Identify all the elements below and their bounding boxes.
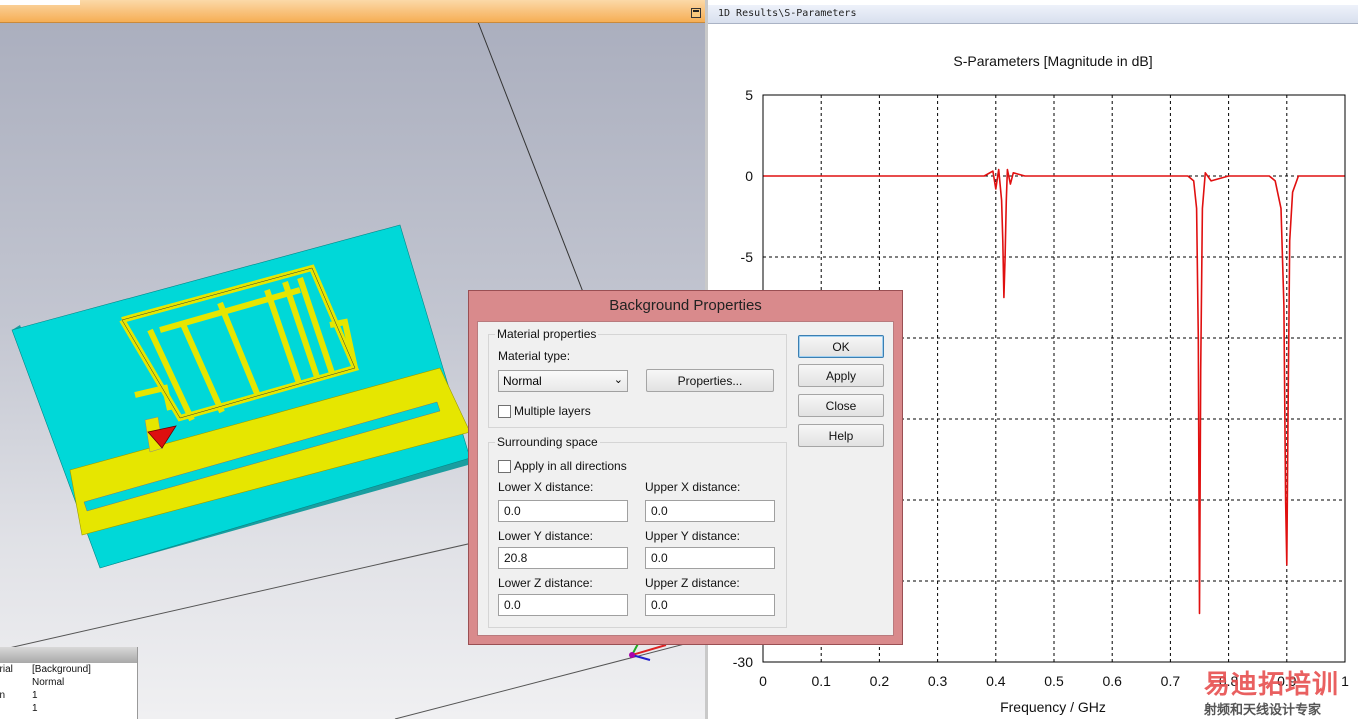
property-key: on xyxy=(0,690,6,701)
x-tick-label: 0.7 xyxy=(1161,673,1181,689)
material-properties-group: Material properties Material type: Norma… xyxy=(488,327,787,428)
chart-xlabel: Frequency / GHz xyxy=(1000,699,1106,715)
property-row: 1 xyxy=(0,702,137,715)
x-tick-label: 0.2 xyxy=(870,673,890,689)
chevron-down-icon: ⌄ xyxy=(613,374,623,386)
x-tick-label: 0 xyxy=(759,673,767,689)
property-key: erial xyxy=(0,664,13,675)
watermark-brand: 易迪拓培训 xyxy=(1204,670,1340,700)
lower-z-label: Lower Z distance: xyxy=(498,576,593,590)
apply-all-directions-label: Apply in all directions xyxy=(514,459,627,473)
upper-z-label: Upper Z distance: xyxy=(645,576,740,590)
view3d-tab[interactable] xyxy=(0,0,80,5)
dialog-body: Material properties Material type: Norma… xyxy=(477,321,894,636)
watermark: 易迪拓培训 射频和天线设计专家 xyxy=(1200,664,1358,719)
help-button[interactable]: Help xyxy=(798,424,884,447)
ok-button[interactable]: OK xyxy=(798,335,884,358)
watermark-slogan: 射频和天线设计专家 xyxy=(1204,703,1322,718)
y-tick-label: 0 xyxy=(745,168,753,184)
x-tick-label: 0.6 xyxy=(1102,673,1122,689)
property-row: e Normal xyxy=(0,676,137,689)
material-type-select[interactable]: Normal ⌄ xyxy=(498,370,628,392)
material-type-value: Normal xyxy=(503,374,542,388)
group-title: Surrounding space xyxy=(495,435,600,449)
properties-panel: erial [Background] e Normal on 1 1 xyxy=(0,647,138,719)
x-tick-label: 0.3 xyxy=(928,673,948,689)
properties-button[interactable]: Properties... xyxy=(646,369,774,392)
y-tick-label: 5 xyxy=(745,87,753,103)
property-row: erial [Background] xyxy=(0,663,137,676)
surrounding-space-group: Surrounding space Apply in all direction… xyxy=(488,435,787,628)
chart-title: S-Parameters [Magnitude in dB] xyxy=(953,53,1152,69)
lower-z-input[interactable] xyxy=(498,594,628,616)
y-tick-label: -30 xyxy=(733,654,753,670)
background-properties-dialog: Background Properties Material propertie… xyxy=(468,290,903,645)
property-value: 1 xyxy=(32,703,38,714)
group-title: Material properties xyxy=(495,327,599,341)
close-button[interactable]: Close xyxy=(798,394,884,417)
multiple-layers-label: Multiple layers xyxy=(514,404,591,418)
view3d-header xyxy=(0,0,705,23)
property-value: [Background] xyxy=(32,664,91,675)
lower-x-input[interactable] xyxy=(498,500,628,522)
apply-button[interactable]: Apply xyxy=(798,364,884,387)
lower-y-label: Lower Y distance: xyxy=(498,529,593,543)
multiple-layers-checkbox[interactable] xyxy=(498,405,511,418)
upper-x-label: Upper X distance: xyxy=(645,480,741,494)
x-tick-label: 0.1 xyxy=(811,673,831,689)
x-tick-label: 0.5 xyxy=(1044,673,1064,689)
y-tick-label: -5 xyxy=(741,249,754,265)
upper-y-label: Upper Y distance: xyxy=(645,529,740,543)
property-value: Normal xyxy=(32,677,65,688)
bbox-line xyxy=(394,639,701,719)
upper-z-input[interactable] xyxy=(645,594,775,616)
property-value: 1 xyxy=(32,690,38,701)
upper-y-input[interactable] xyxy=(645,547,775,569)
lower-x-label: Lower X distance: xyxy=(498,480,594,494)
x-tick-label: 0.4 xyxy=(986,673,1006,689)
maximize-icon[interactable] xyxy=(691,8,701,18)
material-type-label: Material type: xyxy=(498,349,571,363)
upper-x-input[interactable] xyxy=(645,500,775,522)
properties-panel-title xyxy=(0,647,137,663)
lower-y-input[interactable] xyxy=(498,547,628,569)
property-row: on 1 xyxy=(0,689,137,702)
dialog-title: Background Properties xyxy=(609,297,762,314)
apply-all-directions-checkbox[interactable] xyxy=(498,460,511,473)
bbox-line xyxy=(477,21,584,293)
